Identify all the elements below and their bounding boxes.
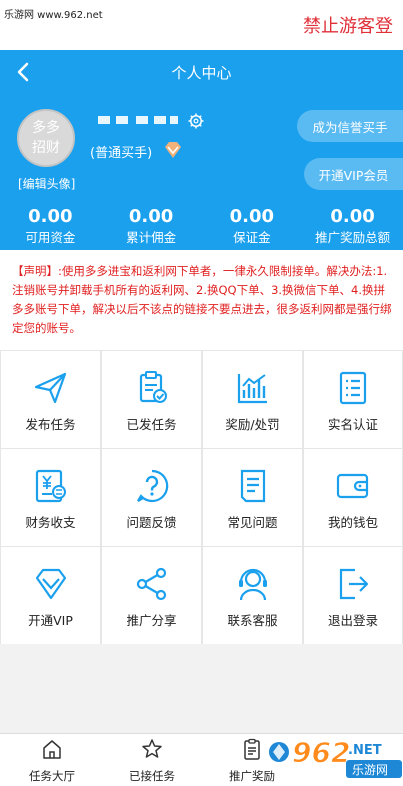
- svg-text:.NET: .NET: [348, 743, 382, 758]
- stat-promotion-reward[interactable]: 0.00 推广奖励总额: [302, 206, 403, 250]
- stats-row: 0.00 可用资金 0.00 累计佣金 0.00 保证金 0.00 推广奖励总额: [0, 206, 403, 250]
- menu-logout[interactable]: 退出登录: [304, 547, 402, 644]
- become-credit-buyer-button[interactable]: 成为信誉买手: [297, 110, 403, 142]
- menu-label: 已发任务: [126, 417, 177, 432]
- stat-value: 0.00: [229, 206, 275, 227]
- watermark-bar: 乐游网 www.962.net 禁止游客登: [0, 0, 403, 50]
- stat-value: 0.00: [128, 206, 174, 227]
- stat-label: 推广奖励总额: [315, 230, 391, 245]
- menu-wallet[interactable]: 我的钱包: [304, 449, 402, 546]
- menu-share[interactable]: 推广分享: [102, 547, 201, 644]
- settings-gear-icon[interactable]: [187, 112, 205, 130]
- menu-customer-service[interactable]: 联系客服: [203, 547, 302, 644]
- menu-label: 问题反馈: [126, 515, 177, 530]
- menu-faq[interactable]: 常见问题: [203, 449, 302, 546]
- menu-finance[interactable]: 财务收支: [1, 449, 100, 546]
- avatar[interactable]: 多多招财: [17, 109, 75, 167]
- star-icon: [142, 739, 162, 758]
- clipboard-check-icon: [139, 371, 167, 403]
- chart-icon: [237, 374, 267, 404]
- tab-accepted-tasks[interactable]: 已接任务: [102, 734, 202, 786]
- svg-text:962: 962: [292, 736, 350, 769]
- svg-text:乐游网: 乐游网: [352, 763, 388, 777]
- stat-deposit[interactable]: 0.00 保证金: [202, 206, 303, 250]
- menu-publish-task[interactable]: 发布任务: [1, 351, 100, 448]
- stat-available-funds[interactable]: 0.00 可用资金: [0, 206, 101, 250]
- tab-task-hall[interactable]: 任务大厅: [2, 734, 102, 786]
- watermark-962-logo: 962 .NET 乐游网: [269, 736, 402, 778]
- stat-value: 0.00: [28, 206, 73, 227]
- menu-label: 退出登录: [327, 613, 378, 628]
- vip-diamond-icon: [165, 142, 181, 158]
- menu-label: 我的钱包: [327, 515, 378, 530]
- menu-label: 发布任务: [25, 417, 76, 432]
- stat-label: 可用资金: [25, 230, 76, 245]
- menu-label: 实名认证: [327, 417, 378, 432]
- stat-value: 0.00: [330, 206, 375, 227]
- menu-label: 联系客服: [227, 613, 278, 628]
- wallet-icon: [336, 473, 369, 499]
- username-masked: [98, 116, 178, 124]
- stat-label: 保证金: [233, 230, 271, 245]
- question-icon: [136, 469, 168, 503]
- menu-label: 财务收支: [25, 515, 76, 530]
- home-icon: [43, 740, 61, 759]
- menu-grid: 发布任务 已发任务 奖励/处罚 实名认证 财务收支 问题反馈 常见问题 我的钱包…: [0, 350, 403, 644]
- user-type-label: (普通买手): [90, 146, 153, 161]
- notice-text: 【声明】:使用多多进宝和返利网下单者，一律永久限制接单。解决办法:1.注销账号并…: [0, 250, 403, 350]
- tab-label: 任务大厅: [29, 769, 75, 783]
- menu-real-name-auth[interactable]: 实名认证: [304, 351, 402, 448]
- watermark-banner: 禁止游客登: [303, 16, 393, 37]
- share-icon: [136, 567, 166, 601]
- document-icon: [240, 469, 265, 503]
- diamond-icon: [35, 568, 66, 600]
- open-vip-button[interactable]: 开通VIP会员: [304, 158, 403, 190]
- menu-open-vip[interactable]: 开通VIP: [1, 547, 100, 644]
- page: 乐游网 www.962.net 禁止游客登 个人中心 多多招财 (普通买手) […: [0, 0, 403, 786]
- menu-published-tasks[interactable]: 已发任务: [102, 351, 201, 448]
- profile-panel: 多多招财 (普通买手) [编辑头像] 成为信誉买手 开通VIP会员 0.00 可…: [0, 94, 403, 250]
- menu-rewards-penalties[interactable]: 奖励/处罚: [203, 351, 302, 448]
- watermark-site: 乐游网 www.962.net: [4, 10, 103, 21]
- menu-label: 常见问题: [227, 515, 278, 530]
- stat-label: 累计佣金: [126, 230, 177, 245]
- menu-feedback[interactable]: 问题反馈: [102, 449, 201, 546]
- menu-label: 开通VIP: [28, 613, 73, 628]
- logout-icon: [339, 568, 369, 600]
- avatar-text: 多多招财: [32, 120, 60, 156]
- headset-icon: [238, 568, 267, 601]
- clipboard-icon: [244, 738, 260, 760]
- menu-label: 推广分享: [126, 613, 177, 628]
- menu-label: 奖励/处罚: [225, 417, 280, 432]
- paper-plane-icon: [34, 372, 66, 404]
- edit-avatar-link[interactable]: [编辑头像]: [18, 175, 75, 192]
- top-header: 个人中心: [0, 50, 403, 94]
- tab-label: 已接任务: [129, 769, 175, 783]
- finance-doc-icon: [35, 469, 66, 503]
- stat-total-commission[interactable]: 0.00 累计佣金: [101, 206, 202, 250]
- page-title: 个人中心: [171, 64, 232, 82]
- list-doc-icon: [339, 371, 367, 405]
